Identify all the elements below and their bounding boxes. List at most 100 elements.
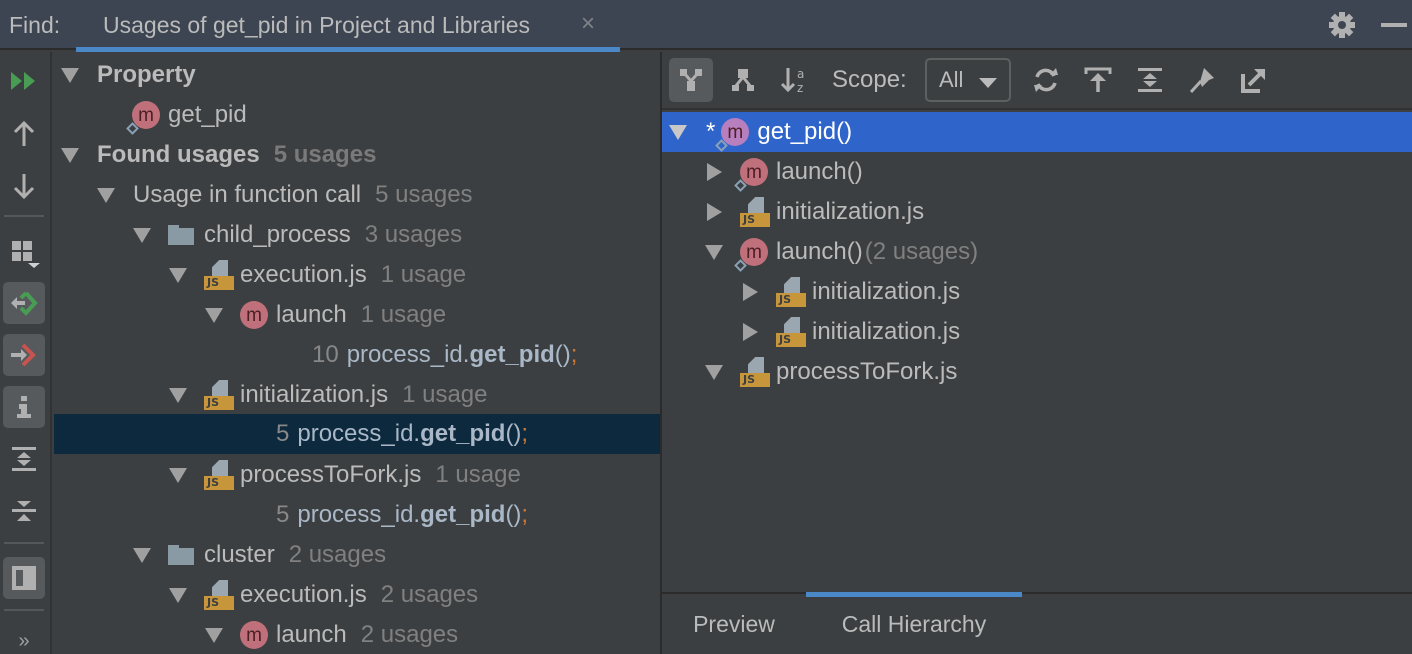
tree-row-file[interactable]: JS processToFork.js 1 usage [54,455,660,495]
bottom-tab-bar: Preview Call Hierarchy [662,592,1412,654]
scope-dropdown[interactable]: All [925,58,1011,102]
expand-arrow-icon[interactable] [706,163,722,181]
expand-arrow-icon[interactable] [169,467,187,483]
expand-arrow-icon[interactable] [205,627,223,643]
toolbar-separator [4,215,44,217]
more-button[interactable]: » [3,620,45,654]
callee-hierarchy-icon [732,69,754,91]
tree-row-usage-line[interactable]: 5 process_id.get_pid(); [54,495,660,535]
expand-arrow-icon[interactable] [97,187,115,203]
expand-all-button[interactable] [3,438,45,480]
tab-call-hierarchy[interactable]: Call Hierarchy [806,592,1022,654]
js-file-icon: JS [204,460,234,490]
gear-icon[interactable] [1327,10,1357,40]
refresh-button[interactable] [1024,58,1068,102]
tab-preview[interactable]: Preview [662,594,806,654]
file-label: execution.js [240,261,367,288]
line-number: 5 [276,501,290,528]
tree-row-directory[interactable]: cluster 2 usages [54,535,660,575]
js-file-icon: JS [740,197,770,227]
method-icon: m [240,301,268,329]
export-button[interactable] [1076,58,1120,102]
hierarchy-row[interactable]: JS processToFork.js [662,352,1412,392]
code-snippet: process_id.get_pid(); [297,420,529,447]
expand-arrow-icon[interactable] [133,227,151,243]
refresh-icon [1034,68,1058,92]
usage-count: 3 usages [364,221,463,248]
tree-row-directory[interactable]: child_process 3 usages [54,215,660,255]
tree-row-method[interactable]: m launch 1 usage [54,295,660,335]
expand-arrow-icon[interactable] [169,587,187,603]
sort-alphabetically-button[interactable]: az [773,58,817,102]
open-in-new-tab-button[interactable] [1232,58,1276,102]
find-label: Find: [9,12,61,38]
expand-arrow-icon[interactable] [133,547,151,563]
open-external-icon [1241,69,1265,93]
expand-arrow-icon[interactable] [705,244,723,260]
expand-all-button[interactable] [1128,58,1172,102]
call-hierarchy-panel: az Scope: All * m get_pid() m launch() J… [662,52,1412,654]
expand-arrow-icon[interactable] [669,124,687,140]
collapse-all-button[interactable] [3,490,45,532]
hierarchy-row[interactable]: JS initialization.js [662,272,1412,312]
show-info-button[interactable] [3,386,45,428]
hierarchy-row[interactable]: JS initialization.js [662,312,1412,352]
tree-row-usage-line[interactable]: 10 process_id.get_pid(); [54,335,660,375]
tree-row-usage-type[interactable]: Usage in function call 5 usages [54,175,660,215]
more-chevrons-icon: » [18,629,30,652]
js-file-icon: JS [204,580,234,610]
expand-arrow-icon[interactable] [706,203,722,221]
expand-arrow-icon[interactable] [61,147,79,163]
js-file-icon: JS [776,277,806,307]
usage-count: 2 usages [360,621,459,648]
tree-row-usage-line-selected[interactable]: 5 process_id.get_pid(); [54,414,660,454]
tree-row-property[interactable]: Property [54,55,660,95]
export-icon [1084,67,1112,92]
minimize-icon[interactable] [1381,23,1407,27]
pin-button[interactable] [1180,58,1224,102]
method-icon: m [240,621,268,649]
tree-row-target[interactable]: m get_pid [54,95,660,135]
find-toolwindow-header: Find: Usages of get_pid in Project and L… [0,0,1412,52]
preview-toggle-button[interactable] [3,557,45,599]
group-by-button[interactable] [3,232,45,274]
hierarchy-row[interactable]: JS initialization.js [662,192,1412,232]
method-label: launch() [776,238,863,265]
callers-hierarchy-button[interactable] [669,58,713,102]
hierarchy-row[interactable]: m launch() (2 usages) [662,232,1412,272]
code-snippet: process_id.get_pid(); [346,341,578,368]
code-snippet: process_id.get_pid(); [297,501,529,528]
rerun-button[interactable] [3,60,45,102]
tree-row-file[interactable]: JS execution.js 1 usage [54,255,660,295]
expand-arrow-icon[interactable] [169,387,187,403]
tree-row-found-usages[interactable]: Found usages 5 usages [54,135,660,175]
method-label: launch() [776,158,863,185]
expand-arrow-icon[interactable] [742,283,758,301]
hierarchy-row-root[interactable]: * m get_pid() [662,112,1412,152]
write-access-icon [11,343,36,367]
usages-tree[interactable]: Property m get_pid Found usages 5 usages… [54,52,660,654]
tree-row-file[interactable]: JS execution.js 2 usages [54,575,660,615]
tab-usages-get-pid[interactable]: Usages of get_pid in Project and Librari… [76,0,620,52]
svg-text:z: z [797,81,803,95]
previous-occurrence-button[interactable] [3,113,45,155]
show-read-access-button[interactable] [3,282,45,324]
method-label: launch [276,301,347,328]
js-file-icon: JS [776,317,806,347]
expand-arrow-icon[interactable] [205,307,223,323]
directory-label: child_process [204,221,351,248]
expand-arrow-icon[interactable] [705,364,723,380]
hierarchy-row[interactable]: m launch() [662,152,1412,192]
expand-arrow-icon[interactable] [742,323,758,341]
next-occurrence-button[interactable] [3,165,45,207]
tree-row-file[interactable]: JS initialization.js 1 usage [54,375,660,415]
callees-hierarchy-button[interactable] [721,58,765,102]
expand-arrow-icon[interactable] [169,267,187,283]
tree-row-method[interactable]: m launch 2 usages [54,615,660,654]
call-hierarchy-tree[interactable]: * m get_pid() m launch() JS initializati… [662,112,1412,592]
expand-arrow-icon[interactable] [61,67,79,83]
show-write-access-button[interactable] [3,334,45,376]
root-marker: * [706,118,716,145]
close-tab-icon[interactable]: × [581,10,595,38]
file-label: initialization.js [812,278,961,305]
